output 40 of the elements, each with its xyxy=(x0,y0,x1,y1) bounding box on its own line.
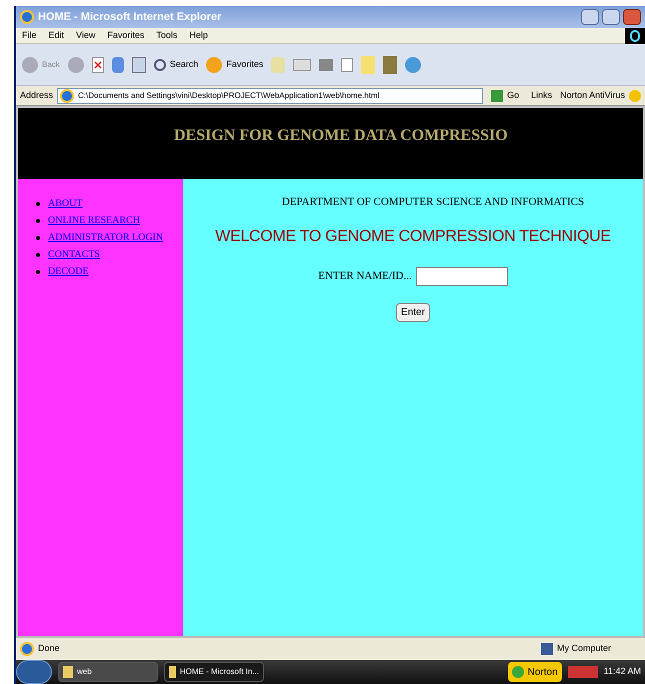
norton-button[interactable]: Norton xyxy=(508,662,562,682)
bullet-icon xyxy=(36,270,40,274)
enter-button[interactable]: Enter xyxy=(396,302,430,322)
zone-text: My Computer xyxy=(556,642,611,656)
window-title: HOME - Microsoft Internet Explorer xyxy=(38,10,222,25)
links-label[interactable]: Links xyxy=(527,88,556,102)
menu-item[interactable]: Tools xyxy=(156,28,178,42)
department-text: DEPARTMENT OF COMPUTER SCIENCE AND INFORMATICS xyxy=(282,195,584,210)
page-icon xyxy=(20,642,34,656)
address-label: Address xyxy=(20,88,54,102)
start-button[interactable] xyxy=(16,660,52,684)
stop-icon[interactable] xyxy=(92,56,104,72)
minimize-button[interactable] xyxy=(581,9,599,25)
menu-item[interactable]: Help xyxy=(189,28,208,42)
bullet-icon xyxy=(36,218,40,222)
status-text: Done xyxy=(38,642,60,656)
bullet-icon xyxy=(36,252,40,256)
favorites-button[interactable]: Favorites xyxy=(206,56,264,72)
banner-title: DESIGN FOR GENOME DATA COMPRESSIO xyxy=(174,127,508,144)
norton-label[interactable]: Norton AntiVirus xyxy=(560,88,625,102)
ie-logo-icon xyxy=(20,10,34,24)
taskbar-item[interactable]: web xyxy=(58,662,158,682)
name-label: ENTER NAME/ID... xyxy=(318,268,412,284)
clock-text: 11:42 AM xyxy=(604,665,641,678)
search-button[interactable]: Search xyxy=(154,58,198,72)
name-input[interactable] xyxy=(416,266,508,286)
go-button[interactable]: Go xyxy=(487,88,524,102)
menu-item[interactable]: Edit xyxy=(48,28,64,42)
throbber-icon xyxy=(625,28,645,44)
page-icon xyxy=(60,88,74,102)
address-field[interactable]: C:\Documents and Settings\vini\Desktop\PROJECT\WebApplication1\web\home.html xyxy=(57,88,484,104)
maximize-button[interactable] xyxy=(602,9,620,25)
taskbar-item[interactable]: HOME - Microsoft In... xyxy=(164,662,264,682)
menu-item[interactable]: Favorites xyxy=(107,28,144,42)
welcome-heading: WELCOME TO GENOME COMPRESSION TECHNIQUE xyxy=(215,226,611,246)
close-button[interactable] xyxy=(623,9,641,25)
bullet-icon xyxy=(36,236,40,240)
menu-item[interactable]: File xyxy=(22,28,37,42)
bullet-icon xyxy=(36,202,40,206)
menu-item[interactable]: View xyxy=(76,28,96,42)
